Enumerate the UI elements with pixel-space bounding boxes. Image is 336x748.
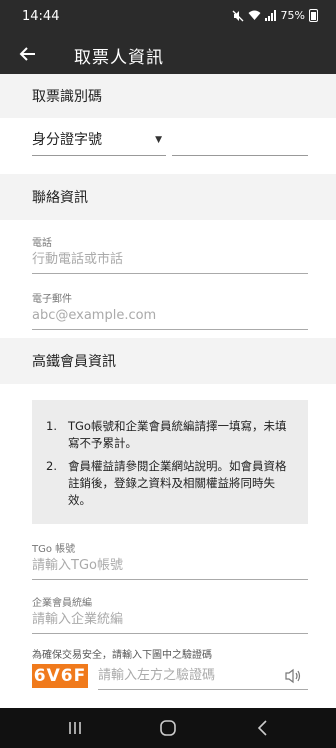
notice-item: 2. 會員權益請參閱企業網站說明。如會員資格註銷後，登錄之資料及相關權益將同時失… xyxy=(46,459,287,507)
section-contact: 聯絡資訊 xyxy=(0,174,336,220)
back-button[interactable] xyxy=(14,40,42,68)
recent-apps-icon[interactable] xyxy=(64,718,86,738)
tgo-input[interactable]: 請輸入TGo帳號 xyxy=(32,554,308,580)
system-nav-bar xyxy=(0,708,336,748)
captcha-placeholder: 請輸入左方之驗證碼 xyxy=(98,668,216,683)
status-bar: 14:44 75% xyxy=(0,0,336,34)
signal-icon xyxy=(264,10,276,21)
phone-input[interactable]: 行動電話或市話 xyxy=(32,248,308,274)
phone-label: 電話 xyxy=(32,238,52,249)
nav-back-icon[interactable] xyxy=(252,718,274,738)
wifi-icon xyxy=(248,10,261,20)
status-time: 14:44 xyxy=(22,9,60,24)
page-title: 取票人資訊 xyxy=(74,48,164,68)
captcha-image[interactable]: 6V6F xyxy=(32,664,88,688)
corp-label: 企業會員統編 xyxy=(32,598,92,609)
email-input[interactable]: abc@example.com xyxy=(32,304,308,330)
status-icons: 75% xyxy=(232,9,318,22)
id-type-value: 身分證字號 xyxy=(32,132,102,148)
membership-notice: 1. TGo帳號和企業會員統編請擇一填寫，未填寫不予累計。 2. 會員權益請參閱… xyxy=(32,400,308,524)
dropdown-caret-icon: ▼ xyxy=(155,135,162,145)
battery-percent: 75% xyxy=(280,9,305,22)
id-type-select[interactable]: 身分證字號 ▼ xyxy=(32,124,166,156)
captcha-input[interactable]: 請輸入左方之驗證碼 xyxy=(98,664,308,690)
notice-item: 1. TGo帳號和企業會員統編請擇一填寫，未填寫不予累計。 xyxy=(46,419,287,450)
app-bar: 取票人資訊 xyxy=(0,34,336,74)
section-membership: 高鐵會員資訊 xyxy=(0,338,336,384)
captcha-label: 為確保交易安全，請輸入下圖中之驗證碼 xyxy=(32,650,212,661)
battery-icon xyxy=(309,9,318,22)
corp-input[interactable]: 請輸入企業統編 xyxy=(32,608,308,634)
back-arrow-icon xyxy=(19,47,35,61)
home-icon[interactable] xyxy=(157,718,179,738)
mute-icon xyxy=(232,10,244,21)
speaker-icon[interactable] xyxy=(284,668,302,684)
tgo-label: TGo 帳號 xyxy=(32,544,76,555)
email-label: 電子郵件 xyxy=(32,294,72,305)
section-ticket-id: 取票識別碼 xyxy=(0,74,336,118)
id-number-input[interactable] xyxy=(172,124,308,156)
